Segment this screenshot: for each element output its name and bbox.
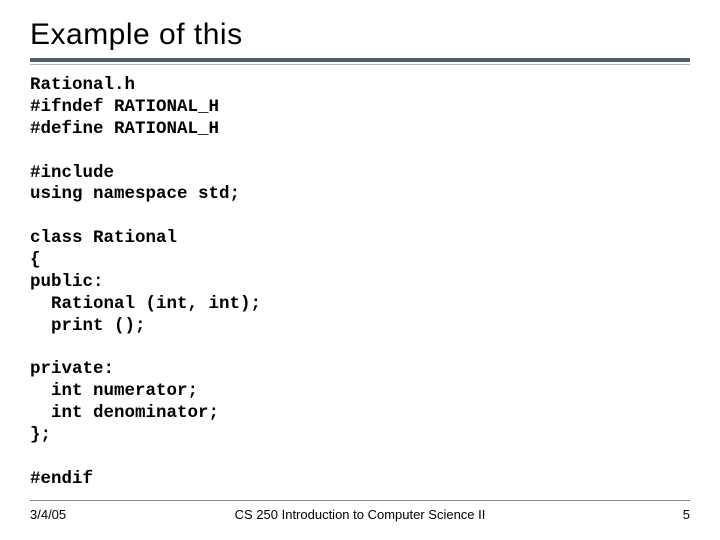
footer-page: 5	[683, 507, 690, 522]
footer-course: CS 250 Introduction to Computer Science …	[235, 507, 486, 522]
code-block: Rational.h #ifndef RATIONAL_H #define RA…	[30, 75, 690, 491]
title-rule-thick	[30, 58, 690, 62]
footer: 3/4/05 CS 250 Introduction to Computer S…	[0, 500, 720, 522]
slide: Example of this Rational.h #ifndef RATIO…	[0, 0, 720, 540]
title-rule-thin	[30, 64, 690, 65]
footer-row: 3/4/05 CS 250 Introduction to Computer S…	[30, 507, 690, 522]
slide-title: Example of this	[30, 18, 690, 52]
footer-rule	[30, 500, 690, 501]
footer-date: 3/4/05	[30, 507, 66, 522]
